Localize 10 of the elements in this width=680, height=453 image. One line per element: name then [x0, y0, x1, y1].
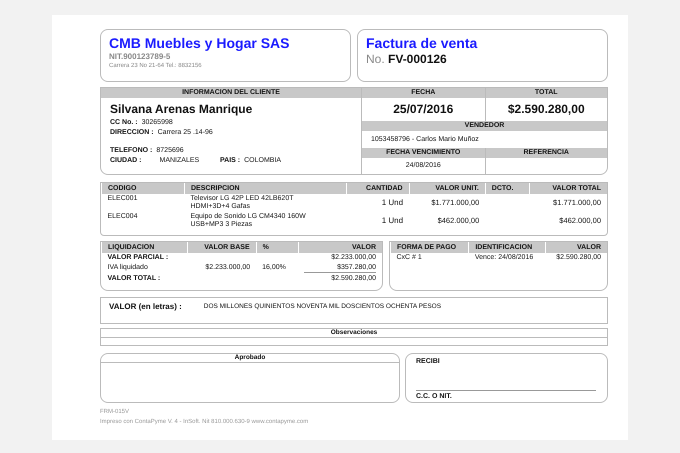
invoice-title: Factura de venta	[366, 35, 478, 51]
table-cell: 1 Und	[346, 194, 410, 212]
number-label: No.	[366, 52, 386, 66]
company-nit: NIT.900123789-5	[109, 52, 172, 61]
company-name: CMB Muebles y Hogar SAS	[109, 35, 290, 51]
invoice-date: 25/07/2016	[392, 101, 454, 118]
field-label: VALOR (en letras) :	[109, 302, 182, 313]
client-name: Silvana Arenas Manrique	[110, 102, 254, 116]
table-cell-text: 1 Und	[380, 215, 404, 227]
invoice-number: FV-000126	[388, 52, 447, 66]
